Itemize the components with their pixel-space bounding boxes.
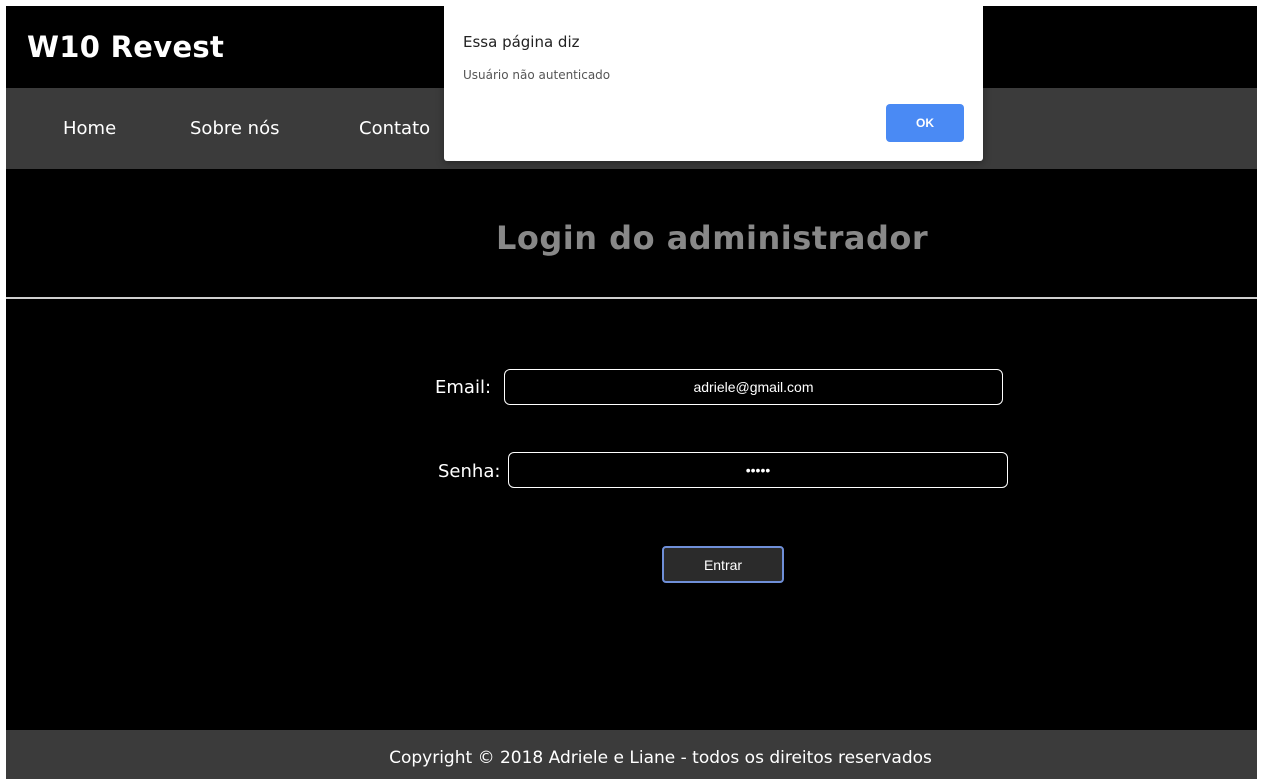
email-label: Email: [435, 377, 492, 398]
password-label: Senha: [438, 461, 501, 482]
page: W10 Revest Home Sobre nós Contato Login … [6, 6, 1257, 779]
site-footer: Copyright © 2018 Adriele e Liane - todos… [6, 730, 1257, 779]
divider [6, 297, 1257, 299]
brand-logo[interactable]: W10 Revest [27, 30, 224, 64]
nav-item-contato[interactable]: Contato [359, 118, 430, 139]
footer-copyright: Copyright © 2018 Adriele e Liane - todos… [389, 748, 932, 768]
nav-item-sobre-nos[interactable]: Sobre nós [190, 118, 279, 139]
email-field[interactable] [504, 369, 1003, 405]
login-button[interactable]: Entrar [662, 546, 784, 583]
alert-ok-button[interactable]: OK [886, 104, 964, 142]
alert-dialog: Essa página diz Usuário não autenticado … [444, 6, 983, 161]
password-field[interactable] [508, 452, 1008, 488]
nav-item-home[interactable]: Home [63, 118, 116, 139]
page-title: Login do administrador [496, 219, 929, 257]
hero-section: Login do administrador [6, 169, 1257, 299]
alert-message: Usuário não autenticado [463, 68, 611, 82]
alert-title: Essa página diz [463, 33, 580, 51]
